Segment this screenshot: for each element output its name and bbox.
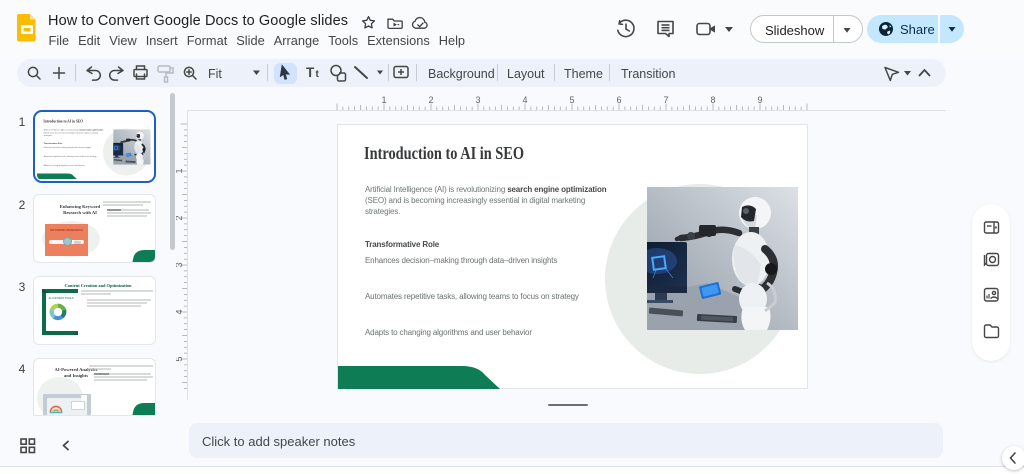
svg-text:6: 6 [616,95,621,105]
svg-text:5: 5 [569,95,574,105]
svg-text:3: 3 [176,262,184,267]
svg-text:2: 2 [176,215,184,220]
svg-text:T: T [306,65,315,80]
svg-text:1: 1 [381,95,386,105]
svg-text:9: 9 [757,95,762,105]
svg-text:7: 7 [663,95,668,105]
svg-text:3: 3 [475,95,480,105]
svg-text:4: 4 [176,309,184,314]
svg-text:1: 1 [176,168,184,173]
svg-text:8: 8 [710,95,715,105]
svg-text:2: 2 [428,95,433,105]
svg-text:5: 5 [176,356,184,361]
svg-text:4: 4 [522,95,527,105]
svg-text:t: t [316,69,320,80]
